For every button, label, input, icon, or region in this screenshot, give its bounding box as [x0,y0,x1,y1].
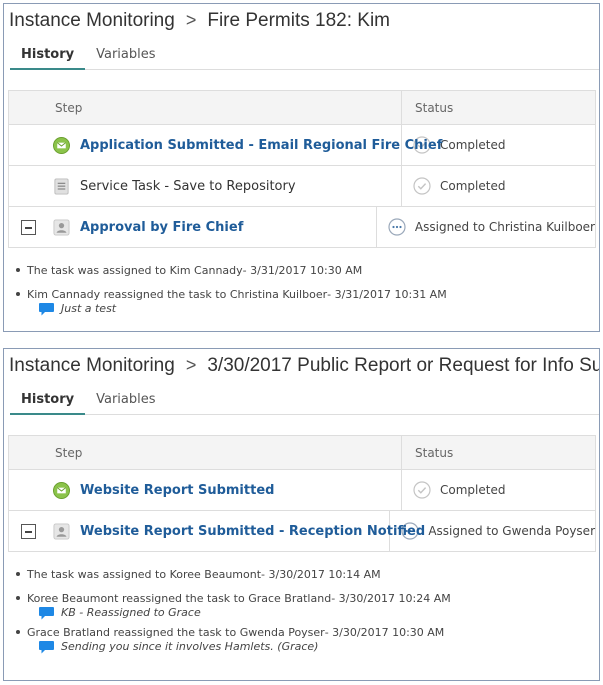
bullet [16,292,20,296]
status-text: Completed [440,179,506,193]
check-circle-icon [413,177,431,195]
column-header-step[interactable]: Step [9,436,402,469]
comment-text: KB - Reassigned to Grace [61,605,201,619]
page-title: 3/30/2017 Public Report or Request for I… [207,354,599,376]
tab-history[interactable]: History [10,47,86,70]
table-row: Website Report Submitted - Reception Not… [9,511,595,552]
breadcrumb-separator: > [185,355,197,375]
step-label: Service Task - Save to Repository [80,178,296,194]
step-link[interactable]: Website Report Submitted - Reception Not… [80,524,425,539]
instance-monitoring-panel-2: Instance Monitoring > 3/30/2017 Public R… [3,348,600,681]
document-icon [54,178,69,195]
step-cell: Service Task - Save to Repository [9,166,402,206]
table-row: Website Report Submitted Completed [9,470,595,511]
status-cell: Completed [402,166,595,206]
comment-text: Just a test [61,301,117,315]
breadcrumb: Instance Monitoring > Fire Permits 182: … [4,4,599,37]
table-row: Application Submitted - Email Regional F… [9,125,595,166]
history-date: - 3/30/2017 10:30 AM [324,625,445,639]
history-date: - 3/31/2017 10:30 AM [242,263,363,277]
check-circle-icon [413,481,431,499]
history-item: The task was assigned to Kim Cannady - 3… [16,258,599,282]
bullet [16,572,20,576]
page-title: Fire Permits 182: Kim [207,9,390,31]
history-text: The task was assigned to Kim Cannady [27,263,243,277]
speech-bubble-icon [39,302,54,315]
bullet [16,630,20,634]
collapse-toggle[interactable] [21,524,36,539]
step-cell: Application Submitted - Email Regional F… [9,125,442,165]
speech-bubble-icon [39,640,54,653]
history-comment: Just a test [16,300,599,316]
step-cell: Website Report Submitted [9,470,402,510]
envelope-icon [53,137,70,154]
collapse-toggle[interactable] [21,220,36,235]
table-row: Approval by Fire Chief Assigned to Chris… [9,207,595,248]
person-icon [53,523,70,540]
status-text: Assigned to Christina Kuilboer [414,220,595,234]
ellipsis-circle-icon [388,218,406,236]
column-header-status[interactable]: Status [402,436,595,469]
steps-table: Step Status Application Submitted - Emai… [8,90,596,248]
table-header: Step Status [9,91,595,125]
tab-bar: History Variables [10,37,599,70]
status-text: Completed [440,138,506,152]
person-icon [53,219,70,236]
history-text: Kim Cannady reassigned the task to Chris… [27,287,328,301]
speech-bubble-icon [39,606,54,619]
bullet [16,268,20,272]
tab-variables[interactable]: Variables [85,392,166,414]
breadcrumb-root[interactable]: Instance Monitoring [9,355,175,377]
column-header-step[interactable]: Step [9,91,402,124]
envelope-icon [53,482,70,499]
step-link[interactable]: Approval by Fire Chief [80,220,243,235]
status-text: Completed [440,483,506,497]
history-text: Koree Beaumont reassigned the task to Gr… [27,591,332,605]
tab-variables[interactable]: Variables [85,47,166,69]
breadcrumb: Instance Monitoring > 3/30/2017 Public R… [4,349,599,382]
table-header: Step Status [9,436,595,470]
history-date: - 3/31/2017 10:31 AM [327,287,447,301]
step-cell: Approval by Fire Chief [9,207,377,247]
bullet [16,596,20,600]
tab-history[interactable]: History [10,392,86,415]
column-header-status[interactable]: Status [402,91,595,124]
task-history: The task was assigned to Kim Cannady - 3… [4,248,599,316]
history-date: - 3/30/2017 10:14 AM [261,567,381,581]
history-text: The task was assigned to Koree Beaumont [27,567,262,581]
status-cell: Completed [402,470,595,510]
breadcrumb-separator: > [185,10,197,30]
history-item: The task was assigned to Koree Beaumont … [16,562,599,586]
step-link[interactable]: Application Submitted - Email Regional F… [80,138,442,153]
history-comment: KB - Reassigned to Grace [16,604,599,620]
breadcrumb-root[interactable]: Instance Monitoring [9,10,175,32]
table-row: Service Task - Save to Repository Comple… [9,166,595,207]
history-date: - 3/30/2017 10:24 AM [331,591,451,605]
steps-table: Step Status Website Report Submitted Com… [8,435,596,552]
step-cell: Website Report Submitted - Reception Not… [9,511,425,551]
instance-monitoring-panel-1: Instance Monitoring > Fire Permits 182: … [3,3,600,332]
history-comment: Sending you since it involves Hamlets. (… [16,638,599,654]
tab-bar: History Variables [10,382,599,415]
task-history: The task was assigned to Koree Beaumont … [4,552,599,654]
status-text: Assigned to Gwenda Poyser [428,524,595,538]
status-cell: Assigned to Christina Kuilboer [377,207,595,247]
step-link[interactable]: Website Report Submitted [80,483,274,498]
comment-text: Sending you since it involves Hamlets. (… [61,639,319,653]
history-text: Grace Bratland reassigned the task to Gw… [27,625,325,639]
